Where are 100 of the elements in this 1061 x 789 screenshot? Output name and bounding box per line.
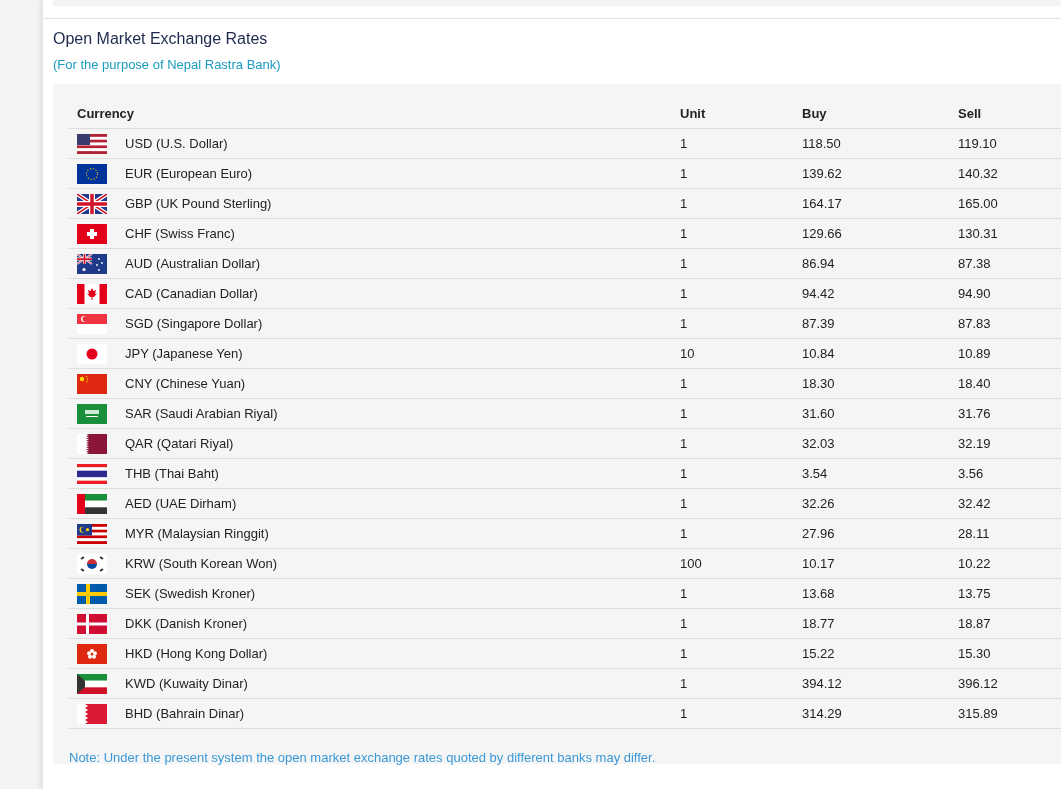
currency-name: SGD (Singapore Dollar): [125, 316, 263, 331]
currency-name: CAD (Canadian Dollar): [125, 286, 258, 301]
buy-rate: 314.29: [802, 706, 842, 721]
currency-name: EUR (European Euro): [125, 166, 253, 181]
currency-name: AED (UAE Dirham): [125, 496, 237, 511]
currency-name: SAR (Saudi Arabian Riyal): [125, 406, 278, 421]
flag-icon: [77, 703, 107, 724]
sell-rate: 18.40: [958, 376, 991, 391]
section-subtitle: (For the purpose of Nepal Rastra Bank): [53, 57, 282, 73]
buy-rate: 118.50: [802, 136, 841, 151]
currency-name: SEK (Swedish Kroner): [125, 586, 256, 601]
currency-name: JPY (Japanese Yen): [125, 346, 243, 361]
flag-icon: [77, 223, 107, 244]
sell-rate: 31.76: [958, 406, 991, 421]
sell-rate: 32.19: [958, 436, 991, 451]
flag-icon: [77, 523, 107, 544]
buy-rate: 94.42: [802, 286, 835, 301]
buy-rate: 32.26: [802, 496, 835, 511]
sell-rate: 13.75: [958, 586, 991, 601]
unit-cell: 1: [680, 376, 688, 391]
sell-rate: 10.22: [958, 556, 991, 571]
buy-rate: 10.17: [802, 556, 835, 571]
buy-rate: 129.66: [802, 226, 842, 241]
unit-cell: 1: [680, 616, 688, 631]
flag-icon: [77, 133, 107, 154]
note-text: Note: Under the present system the open market exchange rates quoted by different banks may differ.: [69, 750, 657, 765]
flag-icon: [77, 493, 107, 514]
unit-cell: 1: [680, 256, 688, 271]
unit-cell: 1: [680, 676, 688, 691]
currency-name: MYR (Malaysian Ringgit): [125, 526, 269, 541]
sell-rate: 119.10: [958, 136, 997, 151]
unit-cell: 1: [680, 526, 688, 541]
column-header: Unit: [672, 98, 794, 129]
sell-rate: 140.32: [958, 166, 998, 181]
unit-cell: 1: [680, 466, 688, 481]
flag-icon: [77, 403, 107, 424]
flag-icon: [77, 673, 107, 694]
column-header: Currency: [69, 98, 672, 129]
unit-cell: 1: [680, 406, 688, 421]
flag-icon: [77, 253, 107, 274]
buy-rate: 139.62: [802, 166, 842, 181]
unit-cell: 1: [680, 196, 688, 211]
flag-icon: [77, 463, 107, 484]
currency-name: QAR (Qatari Riyal): [125, 436, 234, 451]
currency-name: AUD (Australian Dollar): [125, 256, 261, 271]
currency-name: DKK (Danish Kroner): [125, 616, 248, 631]
buy-rate: 3.54: [802, 466, 828, 481]
unit-cell: 1: [680, 136, 688, 151]
unit-cell: 1: [680, 226, 688, 241]
unit-cell: 1: [680, 496, 688, 511]
sell-rate: 15.30: [958, 646, 991, 661]
unit-cell: 1: [680, 166, 688, 181]
sell-rate: 87.38: [958, 256, 991, 271]
sell-rate: 165.00: [958, 196, 998, 211]
section-title: Open Market Exchange Rates: [53, 29, 269, 49]
unit-cell: 1: [680, 286, 688, 301]
buy-rate: 18.77: [802, 616, 835, 631]
buy-rate: 13.68: [802, 586, 835, 601]
buy-rate: 87.39: [802, 316, 835, 331]
flag-icon: [77, 583, 107, 604]
flag-icon: [77, 283, 107, 304]
buy-rate: 32.03: [802, 436, 835, 451]
buy-rate: 18.30: [802, 376, 835, 391]
currency-name: THB (Thai Baht): [125, 466, 219, 481]
flag-icon: [77, 553, 107, 574]
sell-rate: 396.12: [958, 676, 998, 691]
currency-name: USD (U.S. Dollar): [125, 136, 228, 151]
currency-name: CHF (Swiss Franc): [125, 226, 235, 241]
sell-rate: 3.56: [958, 466, 984, 481]
unit-cell: 1: [680, 436, 688, 451]
unit-cell: 1: [680, 316, 688, 331]
unit-cell: 10: [680, 346, 695, 361]
currency-name: HKD (Hong Kong Dollar): [125, 646, 268, 661]
flag-icon: [77, 343, 107, 364]
sell-rate: 18.87: [958, 616, 991, 631]
flag-icon: [77, 613, 107, 634]
currency-name: GBP (UK Pound Sterling): [125, 196, 272, 211]
column-header: Sell: [950, 98, 1061, 129]
sell-rate: 130.31: [958, 226, 998, 241]
flag-icon: [77, 313, 107, 334]
flag-icon: [77, 193, 107, 214]
column-header: Buy: [794, 98, 950, 129]
currency-name: KRW (South Korean Won): [125, 556, 277, 571]
currency-name: KWD (Kuwaity Dinar): [125, 676, 248, 691]
flag-icon: [77, 163, 107, 184]
buy-rate: 15.22: [802, 646, 835, 661]
buy-rate: 86.94: [802, 256, 835, 271]
sell-rate: 32.42: [958, 496, 991, 511]
currency-name: CNY (Chinese Yuan): [125, 376, 246, 391]
flag-icon: [77, 433, 107, 454]
flag-icon: [77, 643, 107, 664]
sell-rate: 87.83: [958, 316, 991, 331]
buy-rate: 27.96: [802, 526, 835, 541]
sell-rate: 10.89: [958, 346, 991, 361]
sell-rate: 94.90: [958, 286, 991, 301]
buy-rate: 10.84: [802, 346, 835, 361]
unit-cell: 1: [680, 646, 688, 661]
unit-cell: 1: [680, 706, 688, 721]
sell-rate: 28.11: [958, 526, 990, 541]
buy-rate: 394.12: [802, 676, 842, 691]
